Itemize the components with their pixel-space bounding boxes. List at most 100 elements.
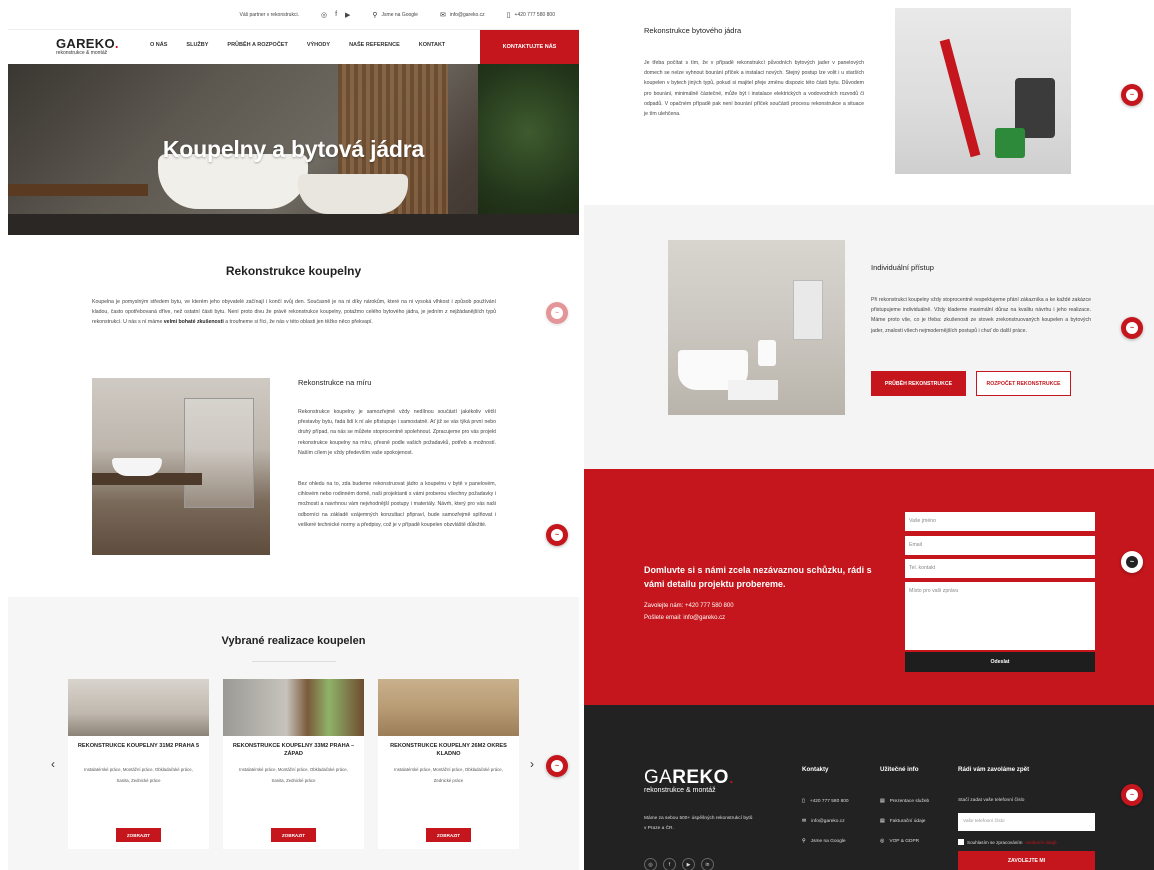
footer-billing-link[interactable]: ▤ Fakturační údaje	[880, 818, 925, 824]
show-button[interactable]: ZOBRAZIT	[426, 828, 471, 842]
nav-item-kontakt[interactable]: KONTAKT	[419, 42, 445, 48]
footer-email-link[interactable]: ✉ info@gareko.cz	[802, 818, 845, 824]
contact-form-section: Domluvte si s námi zcela nezávaznou schů…	[584, 469, 1154, 705]
messenger-chat-icon[interactable]: ~	[1121, 84, 1143, 106]
message-textarea[interactable]: Místo pro vaši zprávu	[905, 582, 1095, 650]
phone-icon: ▯	[506, 11, 511, 19]
facebook-icon[interactable]: f	[663, 858, 676, 870]
google-label: Jsme na Google	[381, 11, 418, 18]
footer-logo[interactable]: GAREKO. rekonstrukce & montáž	[644, 767, 734, 794]
consent-checkbox-row[interactable]: Souhlasím se zpracováním osobních údajů	[958, 839, 1057, 845]
footer-logo-main: REKO	[672, 767, 729, 788]
nav-item-reference[interactable]: NAŠE REFERENCE	[349, 42, 400, 48]
reference-card-image	[68, 679, 209, 736]
facebook-icon[interactable]: f	[335, 11, 337, 19]
footer-google-link[interactable]: ⚲ Jsme na Google	[802, 838, 846, 844]
footer-presentation-link[interactable]: ▤ Prezentace služeb	[880, 798, 929, 804]
jadro-image	[895, 8, 1071, 174]
reference-card[interactable]: REKONSTRUKCE KOUPELNY 33M2 PRAHA – ZÁPAD…	[223, 679, 364, 849]
references-divider	[252, 661, 336, 662]
contact-lead: Domluvte si s námi zcela nezávaznou schů…	[644, 565, 872, 589]
process-button[interactable]: PRŮBĚH REKONSTRUKCE	[871, 371, 966, 396]
hero-bathtub-2	[298, 174, 408, 214]
show-button[interactable]: ZOBRAZIT	[116, 828, 161, 842]
messenger-glyph: ~	[1126, 89, 1138, 101]
reference-card-tags: Instalatérské práce, Montážní práce, Obk…	[223, 760, 364, 786]
footer: GAREKO. rekonstrukce & montáž Máme za se…	[584, 705, 1154, 870]
messenger-chat-icon[interactable]: ~	[546, 524, 568, 546]
consent-label: Souhlasím se zpracováním	[967, 839, 1023, 845]
reference-card[interactable]: REKONSTRUKCE KOUPELNY 31M2 PRAHA 5 Insta…	[68, 679, 209, 849]
nav-item-vyhody[interactable]: VÝHODY	[307, 42, 330, 48]
carousel-next-arrow[interactable]: ›	[530, 757, 534, 771]
nav-item-sluzby[interactable]: SLUŽBY	[186, 42, 208, 48]
contact-mail[interactable]: Pošlete email: info@gareko.cz	[644, 615, 725, 621]
reference-card-tags-1: Instalatérské práce, Montážní práce, Obk…	[394, 767, 503, 772]
contact-us-button[interactable]: KONTAKTUJTE NÁS	[480, 30, 579, 64]
reference-card-tags-2: Sanita, Zednické práce	[116, 778, 161, 783]
mail-icon: ✉	[439, 11, 446, 19]
linkedin-icon[interactable]: in	[701, 858, 714, 870]
send-button[interactable]: Odeslat	[905, 652, 1095, 672]
footer-google: Jsme na Google	[810, 838, 846, 844]
footer-terms: VOP & GDPR	[889, 838, 920, 844]
reference-card[interactable]: REKONSTRUKCE KOUPELNY 26M2 OKRES KLADNO …	[378, 679, 519, 849]
toilet	[758, 340, 776, 366]
instagram-icon[interactable]: ◎	[644, 858, 657, 870]
social-links: ◎ f ▶	[321, 11, 350, 19]
reference-card-tags-1: Instalatérské práce, Montážní práce, Obk…	[239, 767, 348, 772]
nav-item-prubeh[interactable]: PRŮBĚH A ROZPOČET	[227, 42, 287, 48]
logo[interactable]: GAREKO. rekonstrukce & montáž	[56, 36, 119, 56]
footer-phone-link[interactable]: ▯ +420 777 580 800	[802, 798, 849, 804]
google-link[interactable]: ⚲ Jsme na Google	[372, 11, 418, 19]
show-button[interactable]: ZOBRAZIT	[271, 828, 316, 842]
partner-text: Váš partner v rekonstrukci.	[239, 11, 299, 18]
phone-link[interactable]: ▯ +420 777 580 800	[507, 11, 555, 19]
miru-paragraph-2: Bez ohledu na to, zda budeme rekonstruov…	[298, 481, 496, 528]
messenger-chat-icon[interactable]: ~	[546, 302, 568, 324]
location-pin-icon: ⚲	[802, 838, 806, 844]
footer-callback-title: Rádi vám zavoláme zpět	[958, 766, 1030, 773]
messenger-chat-icon[interactable]: ~	[546, 755, 568, 777]
messenger-chat-icon[interactable]: ~	[1121, 784, 1143, 806]
footer-logo-prefix: GA	[644, 767, 673, 788]
name-input[interactable]: Vaše jméno	[905, 512, 1095, 531]
phone-input[interactable]: Tel. kontakt	[905, 559, 1095, 578]
logo-prefix: GA	[56, 36, 77, 51]
call-me-button[interactable]: ZAVOLEJTE MI	[958, 851, 1095, 870]
hero-banner: Koupelny a bytová jádra	[8, 64, 579, 235]
email-link[interactable]: ✉ info@gareko.cz	[440, 11, 485, 19]
jadro-title: Rekonstrukce bytového jádra	[644, 26, 742, 35]
youtube-icon[interactable]: ▶	[345, 11, 350, 19]
reference-card-title: REKONSTRUKCE KOUPELNY 26M2 OKRES KLADNO	[390, 743, 507, 757]
messenger-glyph: ~	[1126, 789, 1138, 801]
consent-link[interactable]: osobních údajů	[1025, 840, 1056, 845]
page-left-column: Váš partner v rekonstrukci. ◎ f ▶ ⚲ Jsme…	[8, 0, 579, 870]
phone-icon: ▯	[802, 798, 805, 804]
shower-glass	[184, 398, 254, 508]
nav-item-o-nas[interactable]: O NÁS	[150, 42, 167, 48]
carousel-prev-arrow[interactable]: ‹	[51, 757, 55, 771]
rekonstrukce-text-part2: a troufneme si říci, že nás v této oblas…	[223, 319, 373, 325]
reference-card-image	[223, 679, 364, 736]
messenger-glyph: ~	[1126, 322, 1138, 334]
references-section: Vybrané realizace koupelen REKONSTRUKCE …	[8, 597, 579, 870]
bath-rug	[728, 380, 778, 400]
budget-button[interactable]: ROZPOČET REKONSTRUKCE	[976, 371, 1071, 396]
logo-main: REKO	[76, 36, 115, 51]
rekonstrukce-text-bold: velmi bohaté zkušenosti	[163, 319, 224, 325]
messenger-chat-icon[interactable]: ~	[1121, 317, 1143, 339]
consent-checkbox[interactable]	[958, 839, 964, 845]
youtube-icon[interactable]: ▶	[682, 858, 695, 870]
messenger-chat-icon[interactable]: ~	[1121, 551, 1143, 573]
footer-phone-input[interactable]: Vaše telefonní číslo	[958, 813, 1095, 831]
contact-call[interactable]: Zavolejte nám: +420 777 580 800	[644, 603, 734, 609]
tile-cutter	[939, 38, 981, 158]
mirror	[793, 280, 823, 340]
footer-terms-link[interactable]: ◎ VOP & GDPR	[880, 838, 919, 844]
email-input[interactable]: Email	[905, 536, 1095, 555]
reference-card-title: REKONSTRUKCE KOUPELNY 33M2 PRAHA – ZÁPAD	[232, 743, 355, 757]
instagram-icon[interactable]: ◎	[321, 11, 327, 19]
indiv-image	[668, 240, 845, 415]
email-label: info@gareko.cz	[449, 11, 485, 18]
